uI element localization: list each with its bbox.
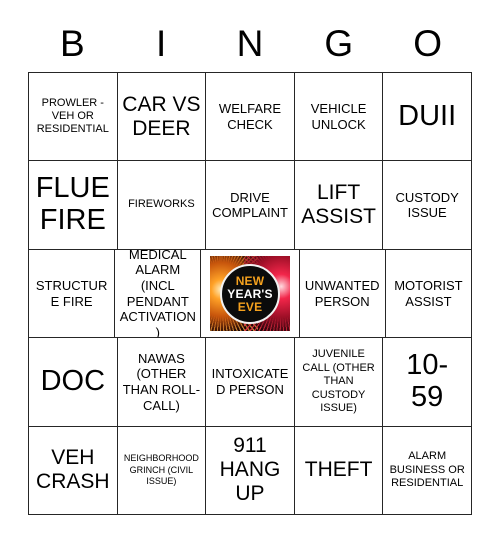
bingo-free-space-cell[interactable]: NEW YEAR'S EVE (201, 249, 300, 339)
new-years-eve-badge: NEW YEAR'S EVE (220, 263, 280, 324)
bingo-cell-label: DRIVE COMPLAINT (212, 189, 288, 221)
bingo-cell-label: VEHICLE UNLOCK (310, 101, 367, 132)
badge-line-new: NEW (235, 273, 265, 288)
bingo-cell-label: JUVENILE CALL (OTHER THAN CUSTODY ISSUE) (302, 348, 375, 415)
bingo-cell[interactable]: CUSTODY ISSUE (383, 161, 472, 250)
bingo-cell[interactable]: DRIVE COMPLAINT (206, 161, 295, 250)
bingo-cell[interactable]: 10- 59 (383, 338, 472, 427)
bingo-cell-label: 911 HANG UP (219, 434, 281, 506)
header-letter-b: B (60, 22, 85, 64)
bingo-cell[interactable]: FLUE FIRE (29, 161, 118, 250)
bingo-cell[interactable]: NEIGHBORHOOD GRINCH (CIVIL ISSUE) (117, 426, 207, 516)
bingo-row: FLUE FIRE FIREWORKS DRIVE COMPLAINT LIFT… (29, 161, 472, 250)
bingo-cell[interactable]: STRUCTURE FIRE (29, 249, 116, 339)
bingo-cell[interactable]: THEFT (294, 426, 384, 516)
bingo-cell[interactable]: 911 HANG UP (206, 426, 295, 516)
bingo-cell-label: ALARM BUSINESS OR RESIDENTIAL (389, 450, 465, 490)
bingo-cell-label: LIFT ASSIST (301, 181, 376, 229)
header-letter-i: I (156, 22, 167, 64)
header-letter-n: N (236, 22, 264, 64)
bingo-card: B I N G O PROWLER - VEH OR RESIDENTIAL C… (28, 14, 473, 516)
badge-line-eve: EVE (237, 299, 263, 314)
bingo-cell[interactable]: FIREWORKS (117, 161, 207, 250)
bingo-cell-label: INTOXICATED PERSON (211, 366, 289, 397)
bingo-cell-label: UNWANTED PERSON (304, 277, 380, 309)
bingo-cell[interactable]: PROWLER - VEH OR RESIDENTIAL (29, 73, 118, 162)
bingo-cell-label: MEDICAL ALARM (INCL PENDANT ACTIVATION) (119, 249, 196, 339)
bingo-cell[interactable]: NAWAS (OTHER THAN ROLL-CALL) (117, 338, 207, 427)
bingo-cell-label: THEFT (304, 458, 373, 482)
bingo-cell[interactable]: UNWANTED PERSON (299, 249, 386, 339)
bingo-cell-label: MOTORIST ASSIST (394, 277, 463, 309)
bingo-cell[interactable]: DUII (383, 73, 472, 162)
bingo-row: DOC NAWAS (OTHER THAN ROLL-CALL) INTOXIC… (29, 338, 472, 427)
bingo-cell-label: FIREWORKS (128, 198, 195, 211)
bingo-cell[interactable]: JUVENILE CALL (OTHER THAN CUSTODY ISSUE) (294, 338, 384, 427)
bingo-cell[interactable]: MOTORIST ASSIST (385, 249, 473, 339)
bingo-cell-label: PROWLER - VEH OR RESIDENTIAL (36, 96, 109, 136)
bingo-cell-label: STRUCTURE FIRE (35, 277, 108, 309)
bingo-cell[interactable]: ALARM BUSINESS OR RESIDENTIAL (383, 426, 472, 516)
bingo-cell-label: DOC (40, 364, 106, 397)
badge-line-years: YEAR'S (227, 286, 273, 301)
bingo-cell-label: NAWAS (OTHER THAN ROLL-CALL) (122, 350, 201, 413)
bingo-cell-label: CUSTODY ISSUE (395, 189, 459, 221)
bingo-cell-label: DUII (398, 99, 457, 132)
bingo-cell[interactable]: LIFT ASSIST (294, 161, 384, 250)
bingo-cell-label: 10- 59 (406, 349, 449, 413)
bingo-cell-label: FLUE FIRE (35, 172, 110, 237)
bingo-cell-label: NEIGHBORHOOD GRINCH (CIVIL ISSUE) (123, 453, 199, 486)
bingo-cell[interactable]: WELFARE CHECK (206, 73, 295, 162)
header-letter-o: O (413, 22, 442, 64)
new-years-eve-image: NEW YEAR'S EVE (210, 255, 290, 332)
bingo-cell[interactable]: INTOXICATED PERSON (206, 338, 295, 427)
bingo-cell[interactable]: DOC (29, 338, 118, 427)
bingo-cell-label: CAR VS DEER (122, 92, 201, 140)
header-letter-g: G (324, 22, 354, 64)
bingo-row: PROWLER - VEH OR RESIDENTIAL CAR VS DEER… (29, 73, 472, 162)
bingo-cell[interactable]: VEHICLE UNLOCK (294, 73, 384, 162)
bingo-cell-label: WELFARE CHECK (218, 101, 282, 132)
bingo-cell[interactable]: MEDICAL ALARM (INCL PENDANT ACTIVATION) (115, 249, 202, 339)
bingo-row: VEH CRASH NEIGHBORHOOD GRINCH (CIVIL ISS… (29, 426, 472, 516)
bingo-cell-label: VEH CRASH (36, 446, 110, 494)
bingo-grid: PROWLER - VEH OR RESIDENTIAL CAR VS DEER… (28, 72, 473, 516)
bingo-cell[interactable]: CAR VS DEER (117, 73, 207, 162)
bingo-cell[interactable]: VEH CRASH (29, 426, 118, 516)
bingo-row: STRUCTURE FIRE MEDICAL ALARM (INCL PENDA… (29, 249, 473, 339)
bingo-header: B I N G O (28, 14, 472, 72)
